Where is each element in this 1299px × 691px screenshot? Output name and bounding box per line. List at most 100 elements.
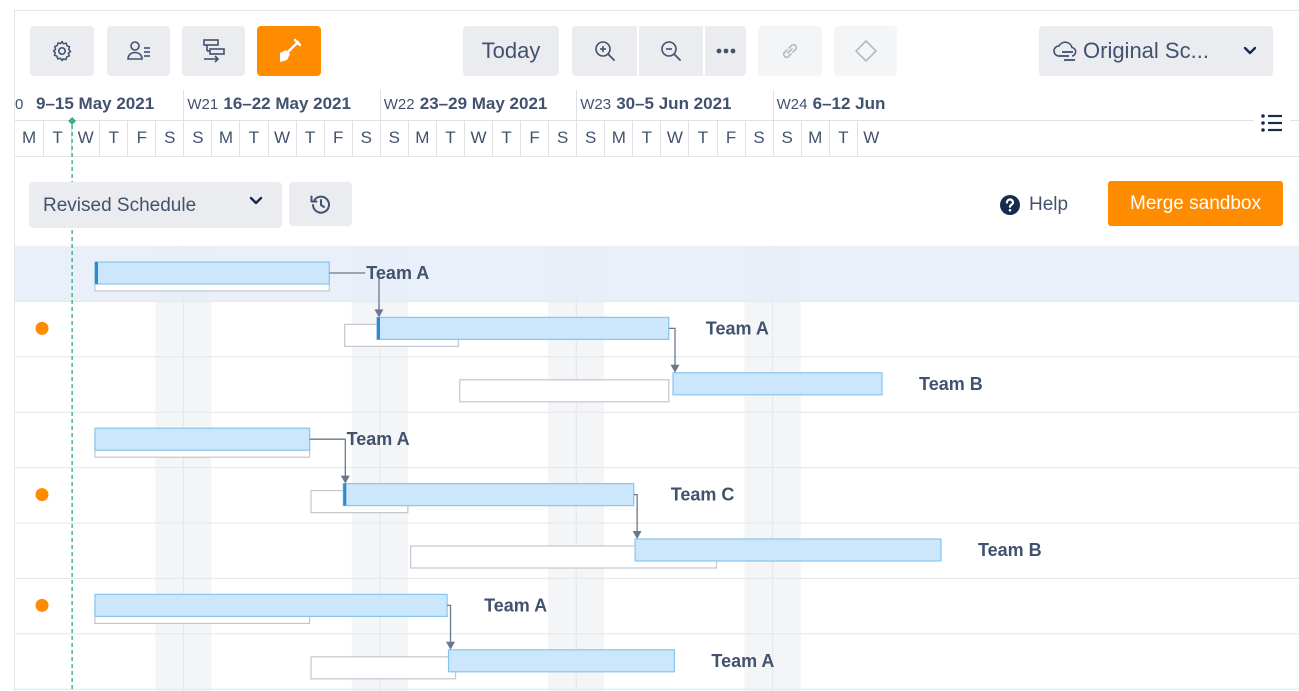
day-label: F <box>520 121 548 157</box>
baseline-bar <box>310 656 457 680</box>
day-label: F <box>716 121 745 157</box>
dependency-arrow <box>446 641 456 650</box>
week-number: W23 <box>580 96 612 113</box>
task-label: Team A <box>347 429 410 449</box>
revised-schedule-select[interactable]: Revised Schedule <box>29 182 282 228</box>
week-label: W23 30–5 Jun 2021 <box>576 90 772 120</box>
help-icon <box>1000 195 1020 215</box>
day-label: F <box>323 121 352 157</box>
week-label: 0 9–15 May 2021 <box>12 90 208 120</box>
day-label: T <box>828 121 857 157</box>
milestone-button[interactable] <box>834 26 897 76</box>
task-label: Team B <box>978 540 1042 560</box>
task-label: Team A <box>366 263 429 283</box>
day-label: S <box>155 121 183 157</box>
more-button[interactable] <box>705 26 746 76</box>
resources-button[interactable] <box>107 26 170 76</box>
structure-button[interactable] <box>182 26 245 76</box>
shovel-icon <box>280 38 302 62</box>
status-dot <box>35 488 49 502</box>
zoom-in-button[interactable] <box>572 26 637 76</box>
header-divider <box>15 156 1299 157</box>
day-label: M <box>211 121 239 157</box>
chevron-down-icon <box>249 196 263 205</box>
day-label: S <box>379 121 408 157</box>
day-label: W <box>660 121 688 157</box>
task-label: Team A <box>484 595 547 615</box>
revised-schedule-label: Revised Schedule <box>43 195 197 216</box>
day-label: S <box>744 121 773 157</box>
settings-button[interactable] <box>30 26 94 76</box>
dependency-arrow <box>632 531 642 539</box>
day-label: T <box>632 121 660 157</box>
task-start-marker <box>376 317 380 340</box>
link-icon <box>782 43 798 59</box>
diamond-icon <box>854 39 877 63</box>
week-number: W24 <box>776 96 808 113</box>
status-dot <box>35 321 49 335</box>
day-label: T <box>435 121 464 157</box>
weekend-column <box>576 246 605 691</box>
day-label: M <box>21 128 37 147</box>
today-label: Today <box>481 38 541 63</box>
week-number: 0 <box>15 96 24 113</box>
more-icon <box>716 48 735 54</box>
day-label: M <box>800 121 829 157</box>
merge-sandbox-button[interactable]: Merge sandbox <box>1108 181 1283 226</box>
dependency-arrow <box>670 364 680 373</box>
merge-sandbox-label: Merge sandbox <box>1130 192 1261 214</box>
weekend-column <box>548 246 577 691</box>
zoom-out-button[interactable] <box>639 26 703 76</box>
today-button[interactable]: Today <box>463 26 559 76</box>
schedule-view-label: Original Sc... <box>1083 38 1209 63</box>
task-label: Team C <box>671 485 735 505</box>
weekend-column <box>183 246 212 691</box>
weekend-column <box>772 246 801 691</box>
task-bar <box>342 483 635 507</box>
day-label: W <box>71 121 99 157</box>
weekend-column <box>155 246 184 691</box>
help-label: Help <box>1029 194 1069 215</box>
dependency-connector <box>668 327 676 369</box>
history-button[interactable] <box>289 182 352 226</box>
weekend-column <box>379 246 408 691</box>
task-label: Team B <box>919 374 983 394</box>
task-label: Team A <box>711 651 774 671</box>
task-start-marker <box>343 483 347 506</box>
day-label: T <box>99 121 127 157</box>
gantt-app: Today Original Sc... 0 9–15 May 2021 W21… <box>0 0 1299 691</box>
dependency-arrow <box>340 475 350 484</box>
week-label: W24 6–12 Jun <box>772 90 969 120</box>
day-label: W <box>463 121 492 157</box>
day-label: S <box>576 121 604 157</box>
sandbox-button[interactable] <box>257 26 321 76</box>
week-range: 16–22 May 2021 <box>223 94 351 113</box>
link-button[interactable] <box>758 26 822 76</box>
day-label: S <box>548 121 576 157</box>
week-range: 9–15 May 2021 <box>36 94 155 113</box>
week-label: W22 23–29 May 2021 <box>379 90 576 120</box>
list-icon <box>1261 114 1282 132</box>
day-header: MTWTFSSMTWTFSSMTWTFSSMTWTFSSMTW <box>15 120 1299 157</box>
task-bar <box>94 593 448 618</box>
schedule-view-select[interactable]: Original Sc... <box>1039 26 1273 76</box>
task-bar <box>634 538 942 562</box>
column-menu-button[interactable] <box>1254 104 1290 144</box>
week-label: W21 16–22 May 2021 <box>183 90 379 120</box>
hierarchy-icon <box>202 39 225 63</box>
day-label: T <box>492 121 520 157</box>
week-number: W22 <box>383 96 415 113</box>
help-link[interactable]: Help <box>999 191 1068 219</box>
day-label: T <box>688 121 716 157</box>
chevron-down-icon <box>1243 46 1257 55</box>
zoom-out-icon <box>661 41 681 61</box>
day-label: S <box>351 121 380 157</box>
day-label: T <box>295 121 324 157</box>
task-bar <box>94 427 311 451</box>
day-label: M <box>407 121 436 157</box>
task-bar <box>94 261 330 285</box>
week-number: W21 <box>187 96 219 113</box>
weekend-column <box>351 246 380 691</box>
day-label: T <box>43 121 71 157</box>
week-range: 6–12 Jun <box>812 94 886 113</box>
